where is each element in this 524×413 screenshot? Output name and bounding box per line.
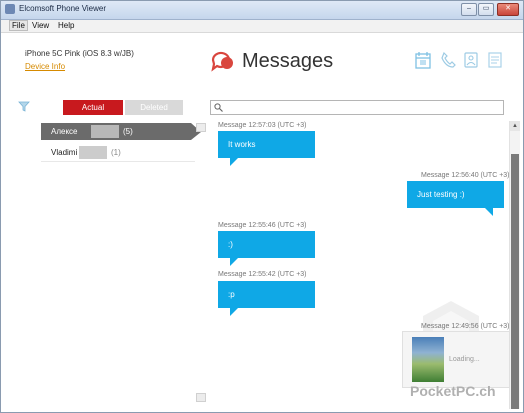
device-name: iPhone 5C Pink (iOS 8.3 w/JB) <box>25 49 134 58</box>
contacts-icon[interactable] <box>463 51 479 69</box>
scroll-up-arrow[interactable]: ▲ <box>510 121 520 131</box>
bubble-tail <box>230 258 238 266</box>
message-bubble-incoming: It works <box>218 131 315 158</box>
contact-item-selected[interactable]: Алексе (5) <box>41 123 201 140</box>
contact-count: (5) <box>123 127 133 136</box>
window-title: Elcomsoft Phone Viewer <box>19 4 107 13</box>
page-title: Messages <box>242 50 334 72</box>
message-bubble-outgoing: Just testing :) <box>407 181 504 208</box>
messages-scrollbar[interactable]: ▲ <box>509 121 520 409</box>
app-icon <box>5 4 15 14</box>
redacted-block <box>91 125 119 138</box>
redacted-block <box>79 146 107 159</box>
tab-actual[interactable]: Actual <box>63 100 123 115</box>
search-input[interactable] <box>210 100 504 115</box>
contact-item[interactable]: Vladimi (1) <box>41 144 195 162</box>
contacts-scroll-up[interactable] <box>196 123 206 132</box>
bubble-tail <box>230 308 238 316</box>
contacts-scroll-down[interactable] <box>196 393 206 402</box>
message-bubble-incoming: :) <box>218 231 315 258</box>
calendar-icon[interactable] <box>415 51 431 69</box>
loading-text: Loading... <box>449 356 480 363</box>
attachment-thumbnail[interactable] <box>412 337 444 382</box>
messages-logo-icon <box>211 51 233 72</box>
contact-name: Vladimi <box>51 148 78 157</box>
message-timestamp: Message 12:56:40 (UTC +3) <box>421 172 510 179</box>
image-attachment-card[interactable]: Loading... <box>402 331 510 388</box>
message-text: Just testing :) <box>417 190 465 199</box>
contact-name: Алексе <box>51 127 78 136</box>
message-timestamp: Message 12:55:42 (UTC +3) <box>218 271 307 278</box>
message-timestamp: Message 12:49:56 (UTC +3) <box>421 323 510 330</box>
title-bar[interactable]: Elcomsoft Phone Viewer – ▭ ✕ <box>1 1 523 20</box>
watermark-text: PocketPC.ch <box>410 383 496 399</box>
maximize-button[interactable]: ▭ <box>478 3 494 16</box>
bubble-tail <box>485 208 493 216</box>
filter-icon[interactable] <box>18 101 30 112</box>
menu-file[interactable]: File <box>9 20 28 31</box>
message-bubble-incoming: :p <box>218 281 315 308</box>
message-text: :) <box>228 240 233 249</box>
menu-bar: File View Help <box>1 20 523 33</box>
message-timestamp: Message 12:55:46 (UTC +3) <box>218 222 307 229</box>
close-button[interactable]: ✕ <box>497 3 519 16</box>
device-info-link[interactable]: Device Info <box>25 62 65 71</box>
notes-icon[interactable] <box>487 51 503 69</box>
scroll-thumb[interactable] <box>511 154 519 409</box>
menu-help[interactable]: Help <box>58 21 74 30</box>
message-timestamp: Message 12:57:03 (UTC +3) <box>218 122 307 129</box>
search-icon <box>214 103 223 112</box>
menu-view[interactable]: View <box>32 21 49 30</box>
tab-deleted[interactable]: Deleted <box>125 100 183 115</box>
app-window: Elcomsoft Phone Viewer – ▭ ✕ File View H… <box>0 0 524 413</box>
bubble-tail <box>230 158 238 166</box>
minimize-button[interactable]: – <box>461 3 477 16</box>
contact-count: (1) <box>111 148 121 157</box>
phone-icon[interactable] <box>440 51 456 69</box>
message-text: :p <box>228 290 235 299</box>
message-text: It works <box>228 140 256 149</box>
